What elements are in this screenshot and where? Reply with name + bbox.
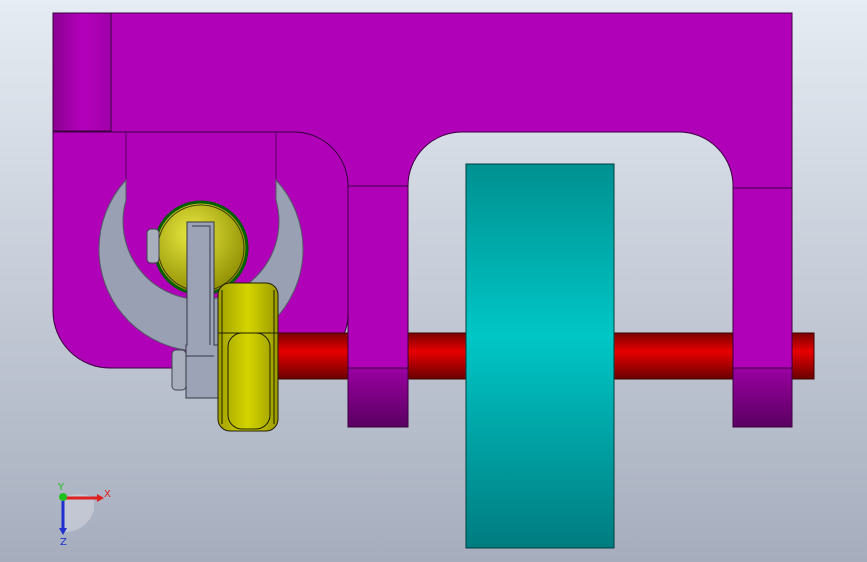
left-leg [347,185,409,369]
roller-block[interactable] [217,282,279,432]
cad-viewport[interactable]: X Y Z [0,0,867,562]
y-axis-label: Y [57,482,65,493]
wheel[interactable] [465,163,615,549]
z-axis-label: Z [60,537,67,548]
x-axis-label: X [104,489,111,500]
right-leg [732,187,793,369]
upper-pin [146,228,160,264]
right-foot [732,367,793,428]
left-foot [347,367,409,428]
lower-pin [171,349,187,391]
frame-post [52,12,112,132]
